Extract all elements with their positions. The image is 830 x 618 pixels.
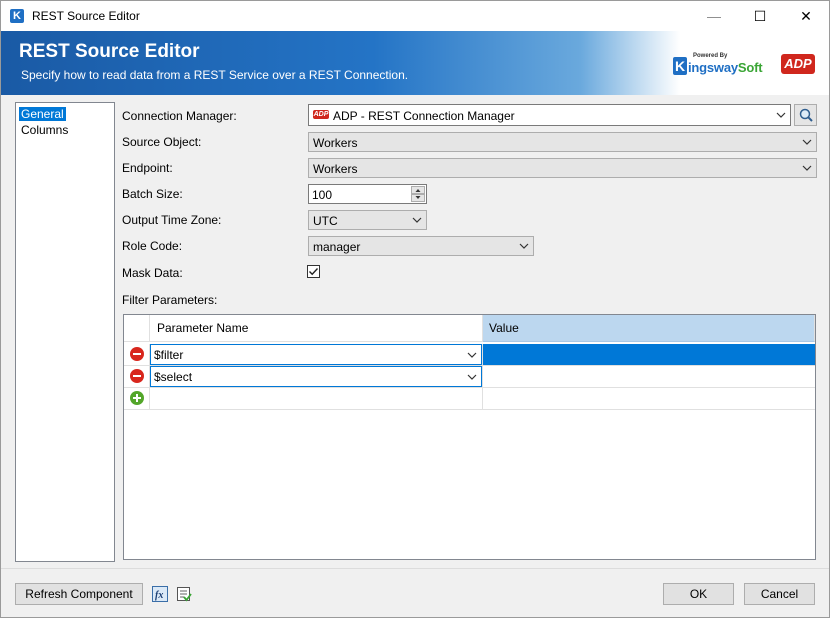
magnifier-icon [799,108,813,122]
adp-logo: ADP [781,54,815,74]
role-code-value: manager [313,240,361,254]
parameter-value-cell[interactable] [483,344,815,365]
maximize-button[interactable]: ☐ [737,1,783,31]
endpoint-select[interactable]: Workers [308,158,817,178]
banner-subtitle: Specify how to read data from a REST Ser… [21,68,409,82]
nav-item-columns[interactable]: Columns [19,123,70,137]
banner-title: REST Source Editor [19,41,200,62]
variables-icon[interactable] [176,586,192,602]
connection-manager-value: ADP - REST Connection Manager [333,109,515,123]
column-header-value[interactable]: Value [483,315,815,342]
row-header [124,344,150,365]
title-bar: K REST Source Editor — ☐ ✕ [1,1,829,31]
batch-size-input[interactable]: 100 [308,184,427,204]
close-button[interactable]: ✕ [783,1,829,31]
editor-window: K REST Source Editor — ☐ ✕ REST Source E… [0,0,830,618]
add-row-icon[interactable] [130,391,144,405]
grid-corner-header [124,315,150,342]
parameter-name-select[interactable]: $select [150,366,482,387]
source-object-value: Workers [313,136,358,150]
connection-search-button[interactable] [794,104,817,126]
refresh-component-button[interactable]: Refresh Component [15,583,143,605]
row-header [124,366,150,387]
role-code-select[interactable]: manager [308,236,534,256]
spin-down-button[interactable] [411,194,425,202]
table-row: $select [124,366,815,388]
svg-text:fx: fx [155,590,163,601]
mask-data-label: Mask Data: [122,266,183,280]
arrow-down-icon [415,196,421,199]
ok-button[interactable]: OK [663,583,734,605]
chevron-down-icon [776,112,786,118]
parameter-name-value: $select [154,370,193,384]
parameter-value-cell[interactable] [483,388,815,409]
role-code-label: Role Code: [122,239,183,253]
adp-connection-icon: ADP [313,110,329,119]
source-object-select[interactable]: Workers [308,132,817,152]
column-header-parameter-name[interactable]: Parameter Name [150,315,483,342]
parameter-value-cell[interactable] [483,366,815,387]
batch-size-label: Batch Size: [122,187,183,201]
parameter-name-cell[interactable]: $filter [150,344,483,365]
chevron-down-icon [412,217,422,223]
table-row-new [124,388,815,410]
mask-data-checkbox[interactable] [307,265,320,278]
spin-up-button[interactable] [411,186,425,194]
cancel-button[interactable]: Cancel [744,583,815,605]
parameter-name-cell[interactable]: $select [150,366,483,387]
connection-manager-label: Connection Manager: [122,109,237,123]
batch-size-stepper [411,186,425,202]
window-title: REST Source Editor [32,9,140,23]
parameter-name-cell[interactable] [150,388,483,409]
output-time-zone-label: Output Time Zone: [122,213,222,227]
batch-size-value: 100 [312,188,333,202]
expression-fx-icon[interactable]: fx [152,586,168,602]
filter-parameters-label: Filter Parameters: [122,293,218,307]
chevron-down-icon [519,243,529,249]
source-object-label: Source Object: [122,135,202,149]
app-icon: K [10,9,24,23]
endpoint-value: Workers [313,162,358,176]
remove-row-icon[interactable] [130,347,144,361]
nav-item-general[interactable]: General [19,107,66,121]
brand-name-a: ingsway [688,60,738,75]
kingswaysoft-name: ingswaySoft [688,60,763,75]
parameter-name-value: $filter [154,348,184,362]
table-row: $filter [124,344,815,366]
output-time-zone-select[interactable]: UTC [308,210,427,230]
check-icon [309,268,319,276]
arrow-up-icon [415,189,421,192]
nav-list: General Columns [15,102,115,562]
chevron-down-icon [802,165,812,171]
connection-manager-select[interactable]: ADP ADP - REST Connection Manager [308,104,791,126]
parameter-name-select[interactable]: $filter [150,344,482,365]
footer-divider [1,568,829,569]
kingswaysoft-k-icon: K [673,57,687,75]
chevron-down-icon [802,139,812,145]
remove-row-icon[interactable] [130,369,144,383]
filter-parameters-grid: Parameter Name Value $filter $select [123,314,816,560]
endpoint-label: Endpoint: [122,161,173,175]
powered-by-text: Powered By [693,53,728,59]
brand-name-b: Soft [737,60,763,75]
row-header [124,388,150,409]
header-banner: REST Source Editor Specify how to read d… [1,31,829,95]
output-time-zone-value: UTC [313,214,338,228]
chevron-down-icon [467,352,477,358]
minimize-button[interactable]: — [691,1,737,31]
chevron-down-icon [467,374,477,380]
kingswaysoft-logo: Powered By K ingswaySoft [673,53,763,77]
